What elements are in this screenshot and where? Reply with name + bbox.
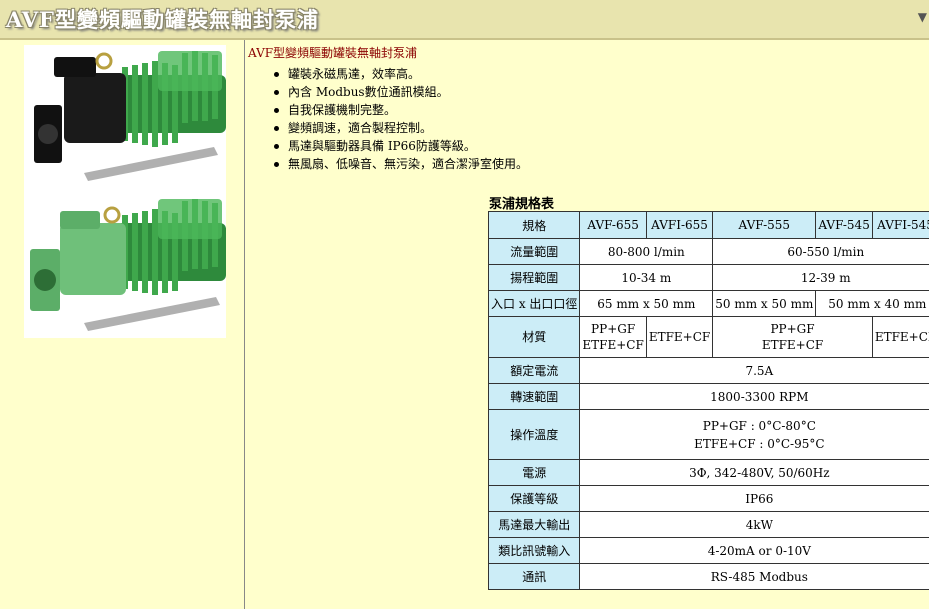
model-header: AVF-545 [815, 211, 873, 239]
intro-title: AVF型變頻驅動罐裝無軸封泵浦 [248, 46, 418, 60]
bullet-icon [274, 162, 279, 167]
row-label: 入口 x 出口口徑 [487, 290, 581, 317]
column-divider [244, 40, 245, 609]
list-item: 自我保護機制完整。 [272, 101, 528, 119]
bullet-icon [274, 108, 279, 113]
table-cell: 50 mm x 40 mm [815, 290, 929, 317]
product-photo [24, 45, 226, 338]
spec-header-label: 規格 [487, 211, 581, 239]
title-bar: AVF型變頻驅動罐裝無軸封泵浦 ▼ [0, 0, 929, 40]
table-cell: PP+GF : 0°C-80°C ETFE+CF : 0°C-95°C [579, 409, 929, 460]
table-cell: 4-20mA or 0-10V [579, 537, 929, 564]
pump-illustration [30, 51, 226, 331]
table-row: 操作溫度 PP+GF : 0°C-80°C ETFE+CF : 0°C-95°C [487, 409, 929, 460]
row-label: 揚程範圍 [487, 264, 581, 291]
model-header: AVFI-545 [871, 211, 929, 239]
table-cell: 3Φ, 342-480V, 50/60Hz [579, 459, 929, 486]
table-cell: PP+GF ETFE+CF [712, 316, 873, 358]
spec-table: 規格 AVF-655 AVFI-655 AVF-555 AVF-545 AVFI… [487, 211, 929, 590]
model-header: AVF-555 [712, 211, 817, 239]
row-label: 操作溫度 [487, 409, 581, 460]
bullet-icon [274, 126, 279, 131]
row-label: 保護等級 [487, 485, 581, 512]
model-header: AVF-655 [579, 211, 647, 239]
table-row: 規格 AVF-655 AVFI-655 AVF-555 AVF-545 AVFI… [487, 211, 929, 239]
table-row: 轉速範圍 1800-3300 RPM [487, 383, 929, 410]
table-cell: 60-550 l/min [712, 238, 929, 265]
bullet-icon [274, 72, 279, 77]
table-row: 揚程範圍 10-34 m 12-39 m [487, 264, 929, 291]
row-label: 通訊 [487, 563, 581, 590]
table-cell: 7.5A [579, 357, 929, 384]
table-cell: 50 mm x 50 mm [712, 290, 817, 317]
row-label: 材質 [487, 316, 581, 358]
table-cell: RS-485 Modbus [579, 563, 929, 590]
pump-black-head [34, 51, 226, 181]
table-row: 馬達最大輸出 4kW [487, 511, 929, 538]
table-cell: ETFE+CF [645, 316, 714, 358]
row-label: 馬達最大輸出 [487, 511, 581, 538]
page-title: AVF型變頻驅動罐裝無軸封泵浦 [6, 7, 319, 32]
list-item: 內含 Modbus數位通訊模組。 [272, 83, 528, 101]
bullet-icon [274, 90, 279, 95]
table-cell: IP66 [579, 485, 929, 512]
table-row: 類比訊號輸入 4-20mA or 0-10V [487, 537, 929, 564]
table-row: 額定電流 7.5A [487, 357, 929, 384]
row-label: 電源 [487, 459, 581, 486]
row-label: 轉速範圍 [487, 383, 581, 410]
table-cell: 10-34 m [579, 264, 714, 291]
table-cell: 12-39 m [712, 264, 929, 291]
row-label: 類比訊號輸入 [487, 537, 581, 564]
table-row: 通訊 RS-485 Modbus [487, 563, 929, 590]
table-cell: 80-800 l/min [579, 238, 714, 265]
list-item: 無風扇、低噪音、無污染，適合潔淨室使用。 [272, 155, 528, 173]
table-cell: 1800-3300 RPM [579, 383, 929, 410]
table-cell: 65 mm x 50 mm [579, 290, 714, 317]
list-item: 罐裝永磁馬達，效率高。 [272, 65, 528, 83]
spec-table-title: 泵浦規格表 [489, 197, 555, 212]
list-item: 變頻調速，適合製程控制。 [272, 119, 528, 137]
table-row: 保護等級 IP66 [487, 485, 929, 512]
table-row: 流量範圍 80-800 l/min 60-550 l/min [487, 238, 929, 265]
row-label: 流量範圍 [487, 238, 581, 265]
table-row: 電源 3Φ, 342-480V, 50/60Hz [487, 459, 929, 486]
table-row: 材質 PP+GF ETFE+CF ETFE+CF PP+GF ETFE+CF ETF… [487, 316, 929, 358]
pump-green-head [30, 199, 226, 331]
list-item: 馬達與驅動器具備 IP66防護等級。 [272, 137, 528, 155]
row-label: 額定電流 [487, 357, 581, 384]
corner-mark: ▼ [917, 10, 927, 24]
table-row: 入口 x 出口口徑 65 mm x 50 mm 50 mm x 50 mm 50… [487, 290, 929, 317]
model-header: AVFI-655 [645, 211, 714, 239]
feature-list: 罐裝永磁馬達，效率高。 內含 Modbus數位通訊模組。 自我保護機制完整。 變… [272, 65, 528, 173]
bullet-icon [274, 144, 279, 149]
table-cell: PP+GF ETFE+CF [579, 316, 647, 358]
table-cell: 4kW [579, 511, 929, 538]
table-cell: ETFE+CF [871, 316, 929, 358]
